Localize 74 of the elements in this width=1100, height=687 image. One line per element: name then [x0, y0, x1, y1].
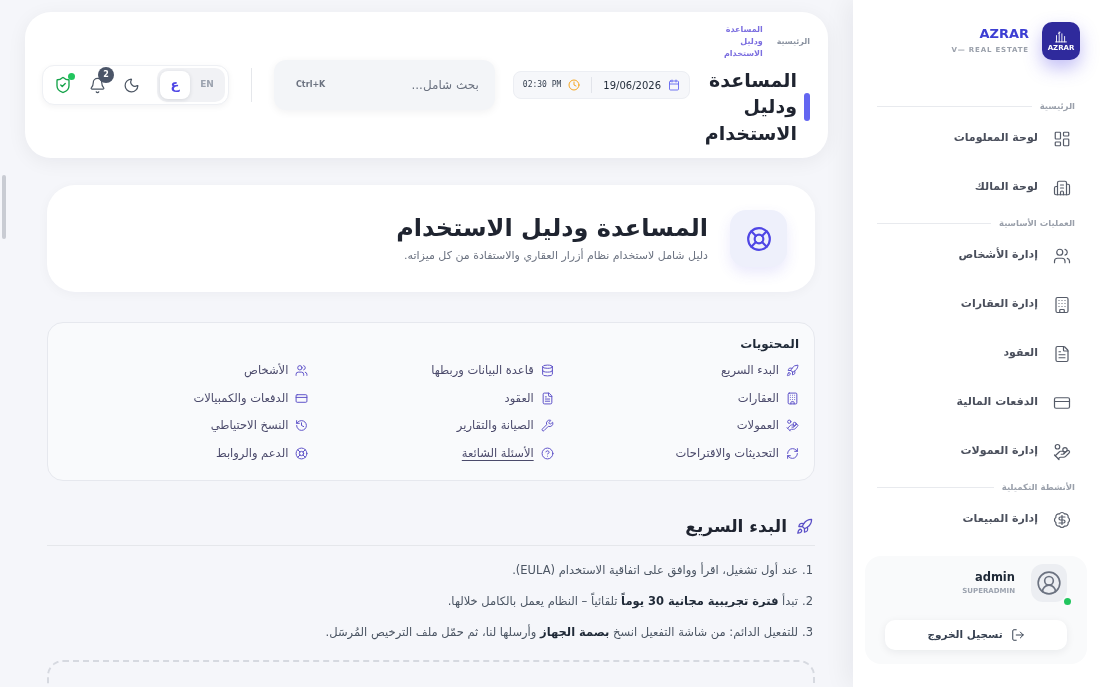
nav-item[interactable]: إدارة المبيعات [877, 495, 1075, 544]
card-icon [295, 391, 309, 405]
history-icon [295, 419, 309, 433]
shortcut-hint: Ctrl+K [296, 79, 326, 91]
hero-title: المساعدة ودليل الاستخدام [396, 212, 708, 244]
nav-item[interactable]: إدارة العقارات [877, 280, 1075, 329]
notification-badge: 2 [98, 66, 114, 83]
rocket-icon [786, 364, 799, 378]
avatar-icon [1031, 564, 1067, 602]
contents-link[interactable]: الدفعات والكمبيالات [193, 389, 309, 407]
section-title: البدء السريع [685, 515, 787, 537]
lifebuoy-icon [295, 446, 309, 460]
nav-item[interactable]: إدارة العمولات [877, 427, 1075, 476]
contents-link[interactable]: الصيانة والتقارير [456, 417, 554, 435]
building-icon [1053, 295, 1071, 314]
brand-name: AZRAR [978, 26, 1029, 43]
dashboard-icon [1053, 129, 1071, 148]
nav-item[interactable]: العقود [877, 329, 1075, 378]
lifebuoy-icon [730, 210, 787, 267]
contents-link[interactable]: قاعدة البيانات وربطها [431, 362, 554, 380]
wrench-icon [540, 419, 554, 433]
step-number: 2. [802, 592, 813, 610]
bell-icon [89, 76, 106, 94]
page-title: المساعدة ودليل الاستخدام [703, 67, 797, 147]
step-text: للتفعيل الدائم: من شاشة التفعيل انسخ بصمة الجهاز وأرسلها لنا، ثم حمّل ملف الترخيص المُرسَل. [325, 623, 798, 642]
building-icon [786, 391, 799, 405]
rocket-icon [796, 517, 813, 535]
contents-link[interactable]: العمولات [736, 417, 799, 435]
nav-item[interactable]: لوحة المعلومات [877, 114, 1075, 163]
contents-link[interactable]: الأشخاص [244, 362, 309, 380]
clock-icon [568, 79, 581, 91]
user-name: admin [973, 569, 1015, 587]
section-label: الأنشطة التكميلية [1001, 480, 1075, 494]
nav-item[interactable]: إدارة الأشخاص [877, 231, 1075, 280]
document-icon [1053, 344, 1071, 363]
help-icon [540, 446, 554, 460]
users-icon [1053, 246, 1071, 265]
hero-subtitle: دليل شامل لاستخدام نظام أزرار العقاري والاستفادة من كل ميزاته. [403, 247, 708, 264]
security-button[interactable] [54, 76, 72, 94]
dollar-badge-icon [1053, 510, 1071, 529]
date-text: 19/06/2026 [603, 78, 661, 93]
contents-title: المحتويات [739, 336, 799, 352]
logout-icon [1010, 628, 1025, 642]
section-label: الرئيسية [1039, 99, 1075, 113]
logout-button[interactable]: تسجيل الخروج [885, 620, 1067, 650]
contents-link[interactable]: البدء السريع [721, 362, 799, 380]
calendar-icon [668, 79, 680, 91]
step-text: تبدأ فترة تجريبية مجانية 30 يوماً تلقائياً – النظام يعمل بالكامل خلالها. [447, 592, 798, 611]
scrollbar-thumb[interactable] [2, 175, 6, 239]
contents-link[interactable]: الأسئلة الشائعة [461, 444, 554, 462]
document-icon [540, 391, 554, 405]
theme-toggle-button[interactable] [123, 76, 140, 94]
nav-item[interactable]: الدفعات المالية [877, 378, 1075, 427]
time-text: 02:30 PM [522, 79, 562, 91]
moon-icon [123, 76, 140, 94]
nav-item[interactable]: لوحة المالك [877, 163, 1075, 212]
section-label: العمليات الأساسية [999, 216, 1075, 230]
step-text: عند أول تشغيل، اقرأ ووافق على اتفاقية الاستخدام (EULA). [512, 561, 798, 580]
contents-link[interactable]: الدعم والروابط [215, 444, 309, 462]
contents-link[interactable]: النسخ الاحتياطي [210, 417, 309, 435]
database-icon [540, 364, 554, 378]
refresh-icon [786, 446, 799, 460]
users-icon [295, 364, 309, 378]
office-building-icon [1053, 178, 1071, 197]
hand-coins-icon [786, 419, 799, 433]
contents-link[interactable]: التحديثات والاقتراحات [675, 444, 799, 462]
breadcrumb-link[interactable]: المساعدة ودليل الاستخدام [716, 23, 763, 61]
contents-link[interactable]: العقود [504, 389, 554, 407]
shield-check-icon [54, 76, 72, 94]
contents-link[interactable]: العقارات [737, 389, 799, 407]
step-number: 3. [802, 623, 813, 641]
language-option[interactable]: ع [160, 71, 190, 99]
step-number: 1. [802, 561, 813, 579]
hand-coins-icon [1053, 442, 1071, 461]
